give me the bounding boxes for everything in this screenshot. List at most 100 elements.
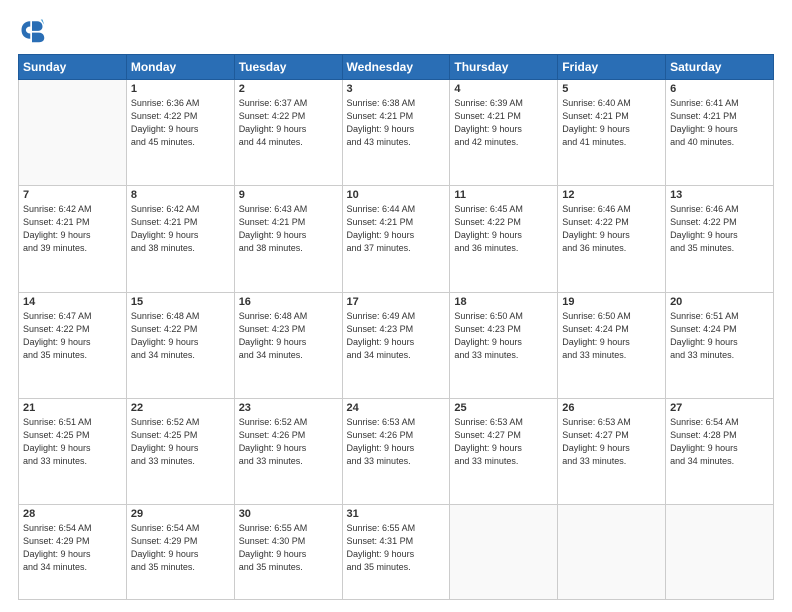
calendar-cell: 16 Sunrise: 6:48 AM Sunset: 4:23 PM Dayli…: [234, 292, 342, 398]
day-number: 27: [670, 402, 769, 414]
weekday-header-tuesday: Tuesday: [234, 55, 342, 80]
calendar-cell: 11Sunrise: 6:45 AM Sunset: 4:22 PM Dayli…: [450, 186, 558, 292]
calendar-cell: 19Sunrise: 6:50 AM Sunset: 4:24 PM Dayli…: [558, 292, 666, 398]
day-detail: Sunrise: 6:36 AM Sunset: 4:22 PM Dayligh…: [131, 97, 230, 149]
weekday-header-thursday: Thursday: [450, 55, 558, 80]
weekday-header-sunday: Sunday: [19, 55, 127, 80]
day-detail: Sunrise: 6:46 AM Sunset: 4:22 PM Dayligh…: [562, 203, 661, 255]
day-detail: Sunrise: 6:43 AM Sunset: 4:21 PM Dayligh…: [239, 203, 338, 255]
day-number: 8: [131, 189, 230, 201]
day-number: 22: [131, 402, 230, 414]
calendar-cell: 14Sunrise: 6:47 AM Sunset: 4:22 PM Dayli…: [19, 292, 127, 398]
week-row-5: 28 Sunrise: 6:54 AM Sunset: 4:29 PM Dayli…: [19, 505, 774, 600]
day-number: 16: [239, 296, 338, 308]
day-detail: Sunrise: 6:52 AM Sunset: 4:26 PM Dayligh…: [239, 416, 338, 468]
day-number: 6: [670, 83, 769, 95]
day-detail: Sunrise: 6:42 AM Sunset: 4:21 PM Dayligh…: [131, 203, 230, 255]
calendar-cell: 9 Sunrise: 6:43 AM Sunset: 4:21 PM Daylig…: [234, 186, 342, 292]
calendar-cell: 21 Sunrise: 6:51 AM Sunset: 4:25 PM Dayli…: [19, 398, 127, 504]
day-number: 19: [562, 296, 661, 308]
day-number: 30: [239, 508, 338, 520]
calendar-cell: 2 Sunrise: 6:37 AM Sunset: 4:22 PM Daylig…: [234, 80, 342, 186]
calendar-cell: 15Sunrise: 6:48 AM Sunset: 4:22 PM Dayli…: [126, 292, 234, 398]
calendar-cell: 26Sunrise: 6:53 AM Sunset: 4:27 PM Dayli…: [558, 398, 666, 504]
calendar-cell: 5 Sunrise: 6:40 AM Sunset: 4:21 PM Daylig…: [558, 80, 666, 186]
day-detail: Sunrise: 6:54 AM Sunset: 4:29 PM Dayligh…: [131, 522, 230, 574]
calendar-cell: 8 Sunrise: 6:42 AM Sunset: 4:21 PM Daylig…: [126, 186, 234, 292]
day-detail: Sunrise: 6:51 AM Sunset: 4:25 PM Dayligh…: [23, 416, 122, 468]
day-detail: Sunrise: 6:46 AM Sunset: 4:22 PM Dayligh…: [670, 203, 769, 255]
day-detail: Sunrise: 6:39 AM Sunset: 4:21 PM Dayligh…: [454, 97, 553, 149]
calendar-cell: [666, 505, 774, 600]
calendar-cell: 28 Sunrise: 6:54 AM Sunset: 4:29 PM Dayli…: [19, 505, 127, 600]
week-row-3: 14Sunrise: 6:47 AM Sunset: 4:22 PM Dayli…: [19, 292, 774, 398]
day-detail: Sunrise: 6:53 AM Sunset: 4:27 PM Dayligh…: [454, 416, 553, 468]
day-detail: Sunrise: 6:41 AM Sunset: 4:21 PM Dayligh…: [670, 97, 769, 149]
week-row-4: 21 Sunrise: 6:51 AM Sunset: 4:25 PM Dayli…: [19, 398, 774, 504]
day-number: 3: [347, 83, 446, 95]
day-detail: Sunrise: 6:48 AM Sunset: 4:23 PM Dayligh…: [239, 310, 338, 362]
day-number: 14: [23, 296, 122, 308]
header: [18, 16, 774, 44]
day-number: 9: [239, 189, 338, 201]
calendar-cell: 24 Sunrise: 6:53 AM Sunset: 4:26 PM Dayli…: [342, 398, 450, 504]
calendar-cell: 13 Sunrise: 6:46 AM Sunset: 4:22 PM Dayli…: [666, 186, 774, 292]
logo-icon: [18, 16, 46, 44]
day-number: 20: [670, 296, 769, 308]
calendar-cell: [19, 80, 127, 186]
day-number: 15: [131, 296, 230, 308]
calendar-cell: 6 Sunrise: 6:41 AM Sunset: 4:21 PM Daylig…: [666, 80, 774, 186]
day-number: 29: [131, 508, 230, 520]
weekday-header-saturday: Saturday: [666, 55, 774, 80]
day-detail: Sunrise: 6:40 AM Sunset: 4:21 PM Dayligh…: [562, 97, 661, 149]
week-row-1: 1 Sunrise: 6:36 AM Sunset: 4:22 PM Daylig…: [19, 80, 774, 186]
day-number: 10: [347, 189, 446, 201]
day-number: 24: [347, 402, 446, 414]
day-number: 31: [347, 508, 446, 520]
calendar-cell: 31Sunrise: 6:55 AM Sunset: 4:31 PM Dayli…: [342, 505, 450, 600]
calendar-cell: 17 Sunrise: 6:49 AM Sunset: 4:23 PM Dayli…: [342, 292, 450, 398]
calendar-cell: 30Sunrise: 6:55 AM Sunset: 4:30 PM Dayli…: [234, 505, 342, 600]
day-number: 25: [454, 402, 553, 414]
calendar-cell: 27 Sunrise: 6:54 AM Sunset: 4:28 PM Dayli…: [666, 398, 774, 504]
day-detail: Sunrise: 6:54 AM Sunset: 4:28 PM Dayligh…: [670, 416, 769, 468]
calendar-cell: [450, 505, 558, 600]
day-detail: Sunrise: 6:54 AM Sunset: 4:29 PM Dayligh…: [23, 522, 122, 574]
day-detail: Sunrise: 6:38 AM Sunset: 4:21 PM Dayligh…: [347, 97, 446, 149]
day-number: 13: [670, 189, 769, 201]
calendar-cell: 29 Sunrise: 6:54 AM Sunset: 4:29 PM Dayli…: [126, 505, 234, 600]
calendar-cell: 1 Sunrise: 6:36 AM Sunset: 4:22 PM Daylig…: [126, 80, 234, 186]
day-number: 5: [562, 83, 661, 95]
weekday-header-friday: Friday: [558, 55, 666, 80]
weekday-header-monday: Monday: [126, 55, 234, 80]
weekday-header-wednesday: Wednesday: [342, 55, 450, 80]
day-detail: Sunrise: 6:49 AM Sunset: 4:23 PM Dayligh…: [347, 310, 446, 362]
day-detail: Sunrise: 6:51 AM Sunset: 4:24 PM Dayligh…: [670, 310, 769, 362]
day-number: 23: [239, 402, 338, 414]
calendar-cell: 10Sunrise: 6:44 AM Sunset: 4:21 PM Dayli…: [342, 186, 450, 292]
week-row-2: 7 Sunrise: 6:42 AM Sunset: 4:21 PM Daylig…: [19, 186, 774, 292]
day-detail: Sunrise: 6:53 AM Sunset: 4:26 PM Dayligh…: [347, 416, 446, 468]
day-number: 7: [23, 189, 122, 201]
day-number: 21: [23, 402, 122, 414]
calendar-cell: 4Sunrise: 6:39 AM Sunset: 4:21 PM Daylig…: [450, 80, 558, 186]
calendar-cell: 7 Sunrise: 6:42 AM Sunset: 4:21 PM Daylig…: [19, 186, 127, 292]
day-detail: Sunrise: 6:37 AM Sunset: 4:22 PM Dayligh…: [239, 97, 338, 149]
calendar-cell: 25 Sunrise: 6:53 AM Sunset: 4:27 PM Dayli…: [450, 398, 558, 504]
calendar-cell: [558, 505, 666, 600]
day-detail: Sunrise: 6:52 AM Sunset: 4:25 PM Dayligh…: [131, 416, 230, 468]
day-number: 1: [131, 83, 230, 95]
day-number: 17: [347, 296, 446, 308]
day-number: 18: [454, 296, 553, 308]
calendar-cell: 20 Sunrise: 6:51 AM Sunset: 4:24 PM Dayli…: [666, 292, 774, 398]
day-number: 28: [23, 508, 122, 520]
page: SundayMondayTuesdayWednesdayThursdayFrid…: [0, 0, 792, 612]
day-detail: Sunrise: 6:45 AM Sunset: 4:22 PM Dayligh…: [454, 203, 553, 255]
day-detail: Sunrise: 6:42 AM Sunset: 4:21 PM Dayligh…: [23, 203, 122, 255]
day-number: 2: [239, 83, 338, 95]
day-number: 26: [562, 402, 661, 414]
calendar-table: SundayMondayTuesdayWednesdayThursdayFrid…: [18, 54, 774, 600]
calendar-cell: 3 Sunrise: 6:38 AM Sunset: 4:21 PM Daylig…: [342, 80, 450, 186]
weekday-header-row: SundayMondayTuesdayWednesdayThursdayFrid…: [19, 55, 774, 80]
calendar-cell: 23 Sunrise: 6:52 AM Sunset: 4:26 PM Dayli…: [234, 398, 342, 504]
